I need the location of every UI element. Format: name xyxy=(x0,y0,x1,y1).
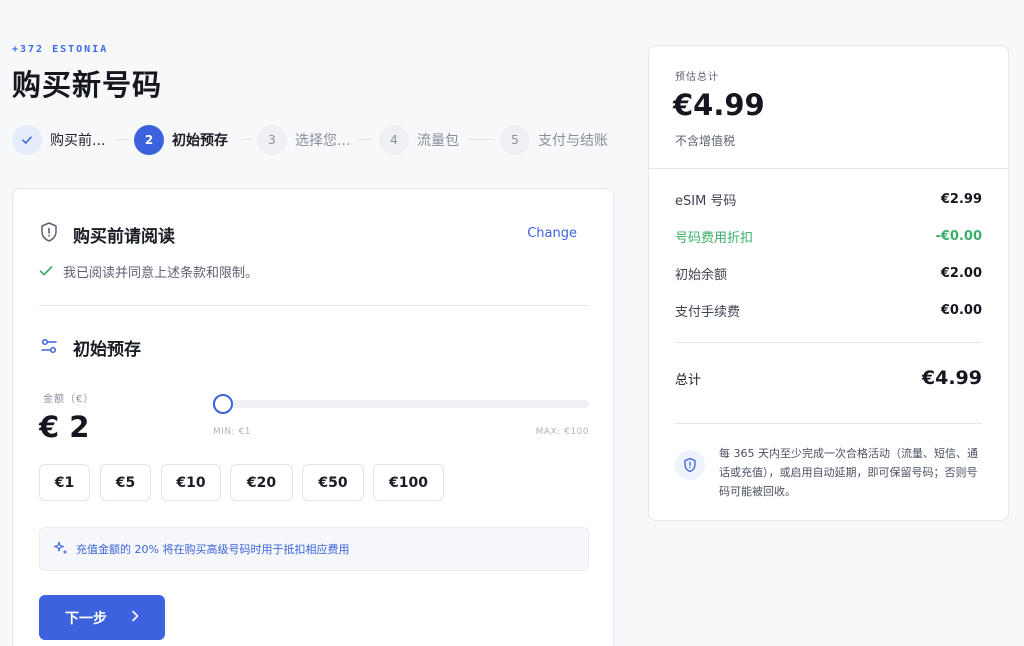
slider-max-label: MAX: €100 xyxy=(535,427,589,437)
step-3-number: 3 xyxy=(257,125,287,155)
row-label: 号码费用折扣 xyxy=(675,230,754,246)
check-icon xyxy=(39,262,53,281)
step-1[interactable]: 购买前... xyxy=(12,124,105,156)
info-note: 充值金额的 20% 将在购买高级号码时用于抵扣相应费用 xyxy=(39,527,589,571)
read-section-title: 购买前请阅读 xyxy=(73,226,175,247)
summary-label: 预估总计 xyxy=(675,72,719,83)
check-icon xyxy=(12,125,42,155)
row-value: -€0.00 xyxy=(935,228,982,244)
slider-thumb[interactable] xyxy=(213,394,233,414)
summary-divider xyxy=(675,342,982,343)
preset-50-button[interactable]: €50 xyxy=(302,464,364,501)
summary-row-fee: 支付手续费 €0.00 xyxy=(675,300,982,320)
step-4[interactable]: 4 流量包 xyxy=(379,124,459,156)
page-title: 购买新号码 xyxy=(12,68,163,102)
next-button[interactable]: 下一步 xyxy=(39,595,165,640)
retention-policy: 每 365 天内至少完成一次合格活动（流量、短信、通话或充值），或启用自动延期，… xyxy=(675,444,987,501)
step-3-label: 选择您... xyxy=(295,133,351,149)
step-1-label: 购买前... xyxy=(50,133,106,149)
change-link[interactable]: Change xyxy=(527,226,577,241)
shield-icon xyxy=(675,450,705,480)
summary-divider xyxy=(649,168,1008,169)
step-5[interactable]: 5 支付与结账 xyxy=(500,124,608,156)
step-connector xyxy=(358,139,372,140)
row-value: €2.99 xyxy=(940,191,982,207)
chevron-right-icon xyxy=(131,610,139,626)
stepper: 购买前... 2 初始预存 3 选择您... 4 流量包 5 支付与结账 xyxy=(12,124,614,156)
order-summary: 预估总计 €4.99 不含增值税 eSIM 号码 €2.99 号码费用折扣 -€… xyxy=(648,45,1009,521)
row-label: 支付手续费 xyxy=(675,304,741,320)
summary-row-esim: eSIM 号码 €2.99 xyxy=(675,189,982,209)
next-button-label: 下一步 xyxy=(65,610,107,627)
step-connector xyxy=(468,139,494,140)
country-code: +372 ESTONIA xyxy=(12,44,109,55)
section-divider xyxy=(39,305,589,306)
policy-text: 每 365 天内至少完成一次合格活动（流量、短信、通话或充值），或启用自动延期，… xyxy=(719,447,978,498)
step-connector xyxy=(242,139,252,140)
step-5-label: 支付与结账 xyxy=(538,133,608,149)
step-2[interactable]: 2 初始预存 xyxy=(134,124,228,156)
step-3[interactable]: 3 选择您... xyxy=(257,124,350,156)
step-4-number: 4 xyxy=(379,125,409,155)
topup-section-title: 初始预存 xyxy=(73,340,141,360)
vat-note: 不含增值税 xyxy=(675,134,736,148)
row-value: €0.00 xyxy=(940,302,982,318)
preset-5-button[interactable]: €5 xyxy=(100,464,151,501)
step-4-label: 流量包 xyxy=(417,133,459,149)
topup-section-header: 初始预存 xyxy=(39,335,141,360)
step-5-number: 5 xyxy=(500,125,530,155)
topup-card: 购买前请阅读 Change 我已阅读并同意上述条款和限制。 初始预存 金额（€）… xyxy=(12,188,614,646)
amount-slider[interactable]: MIN: €1 MAX: €100 xyxy=(213,394,589,437)
step-2-label: 初始预存 xyxy=(172,133,228,149)
sparkle-icon xyxy=(53,540,68,559)
row-label: 总计 xyxy=(675,372,702,388)
step-2-number: 2 xyxy=(134,125,164,155)
preset-1-button[interactable]: €1 xyxy=(39,464,90,501)
step-connector xyxy=(117,139,129,140)
preset-100-button[interactable]: €100 xyxy=(373,464,444,501)
sliders-icon xyxy=(39,336,59,360)
summary-row-balance: 初始余额 €2.00 xyxy=(675,263,982,283)
agreement: 我已阅读并同意上述条款和限制。 xyxy=(39,262,258,281)
preset-10-button[interactable]: €10 xyxy=(161,464,221,501)
row-label: eSIM 号码 xyxy=(675,193,737,209)
summary-total: €4.99 xyxy=(673,88,765,122)
summary-row-discount: 号码费用折扣 -€0.00 xyxy=(675,226,982,246)
summary-divider xyxy=(675,423,982,424)
row-value: €2.00 xyxy=(940,265,982,281)
preset-20-button[interactable]: €20 xyxy=(230,464,293,501)
amount-value: € 2 xyxy=(39,410,90,444)
row-value: €4.99 xyxy=(921,367,982,389)
shield-icon xyxy=(39,221,59,247)
read-section-header: 购买前请阅读 xyxy=(39,221,175,247)
summary-row-total: 总计 €4.99 xyxy=(675,367,982,389)
agreement-text: 我已阅读并同意上述条款和限制。 xyxy=(63,266,259,281)
amount-label: 金额（€） xyxy=(43,394,95,405)
row-label: 初始余额 xyxy=(675,267,728,283)
slider-min-label: MIN: €1 xyxy=(213,427,251,437)
slider-track[interactable] xyxy=(213,400,589,408)
info-note-text: 充值金额的 20% 将在购买高级号码时用于抵扣相应费用 xyxy=(76,543,350,556)
